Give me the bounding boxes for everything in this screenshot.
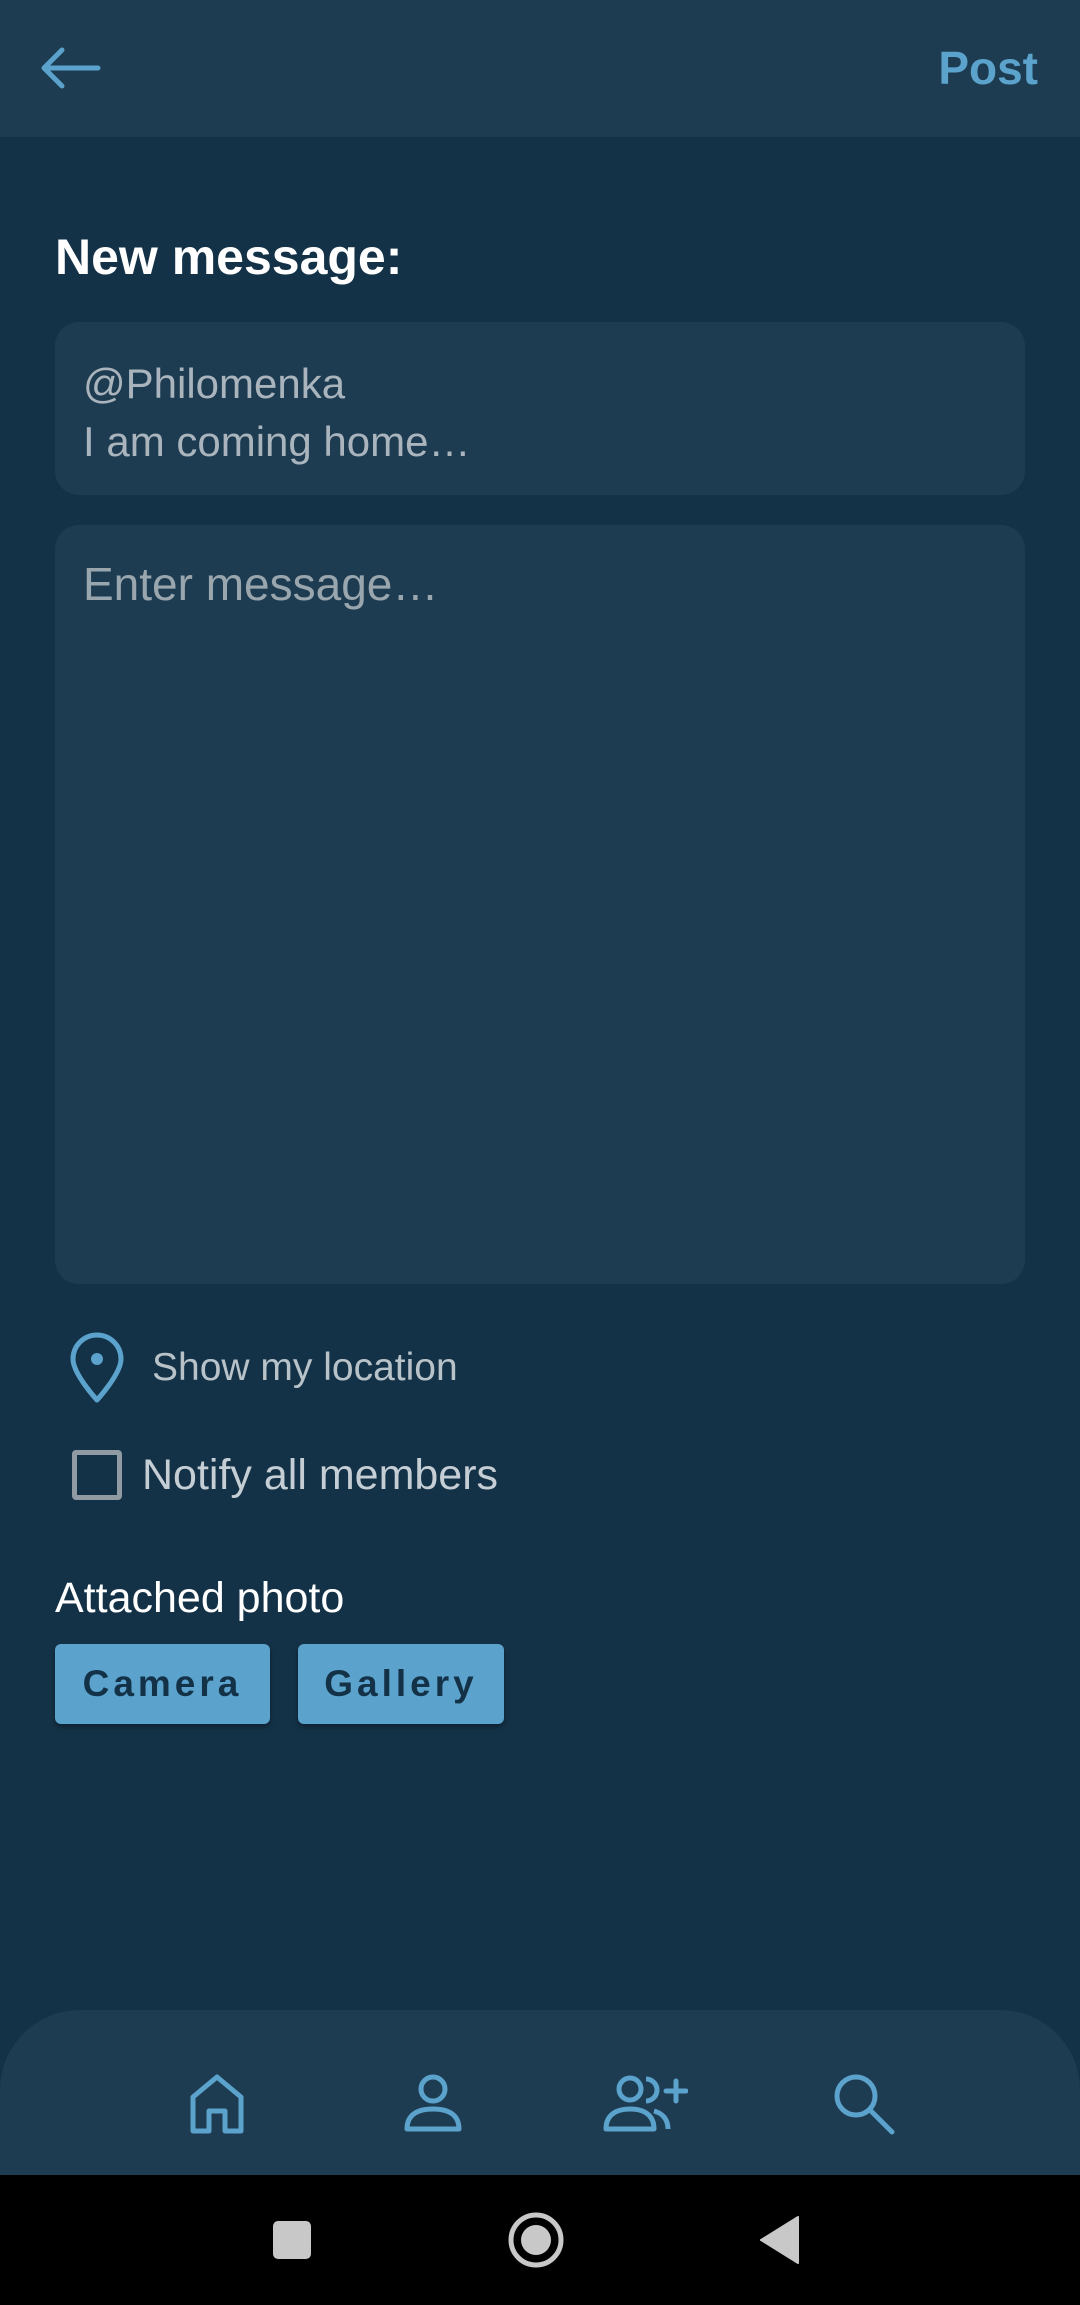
show-location-toggle[interactable]: Show my location [62, 1328, 458, 1408]
back-button[interactable] [30, 30, 110, 105]
camera-button[interactable]: Camera [55, 1644, 270, 1724]
home-circle-icon [508, 2212, 564, 2268]
gallery-button[interactable]: Gallery [298, 1644, 504, 1724]
message-field [55, 525, 1025, 1284]
recents-square-icon [273, 2221, 311, 2259]
reply-snippet: I am coming home… [83, 418, 471, 465]
add-member-icon [603, 2075, 688, 2132]
post-button[interactable]: Post [938, 38, 1038, 98]
show-location-label: Show my location [152, 1346, 458, 1389]
notify-all-label: Notify all members [142, 1450, 499, 1499]
arrow-left-icon [41, 47, 101, 88]
bottom-navigation [0, 2010, 1080, 2175]
reply-quote: @Philomenka I am coming home… [55, 322, 1025, 495]
notify-all-row[interactable]: Notify all members [72, 1445, 498, 1505]
message-input[interactable] [55, 525, 1025, 1284]
search-icon [834, 2074, 895, 2135]
system-home-button[interactable] [496, 2200, 576, 2280]
nav-search-button[interactable] [818, 2058, 908, 2148]
profile-icon [404, 2074, 462, 2132]
attached-photo-title: Attached photo [55, 1574, 345, 1622]
reply-mention: @Philomenka [83, 360, 346, 407]
nav-add-member-button[interactable] [600, 2058, 690, 2148]
nav-profile-button[interactable] [388, 2058, 478, 2148]
top-app-bar: Post [0, 0, 1080, 137]
compose-screen: Post New message: @Philomenka I am comin… [0, 0, 1080, 2305]
nav-home-button[interactable] [172, 2058, 262, 2148]
back-triangle-icon [760, 2216, 799, 2264]
system-navigation-bar [0, 2175, 1080, 2305]
system-recents-button[interactable] [252, 2200, 332, 2280]
page-title: New message: [55, 229, 403, 285]
system-back-button[interactable] [740, 2200, 820, 2280]
home-icon [190, 2074, 244, 2134]
notify-all-checkbox[interactable] [72, 1450, 122, 1500]
location-pin-icon [62, 1328, 132, 1408]
